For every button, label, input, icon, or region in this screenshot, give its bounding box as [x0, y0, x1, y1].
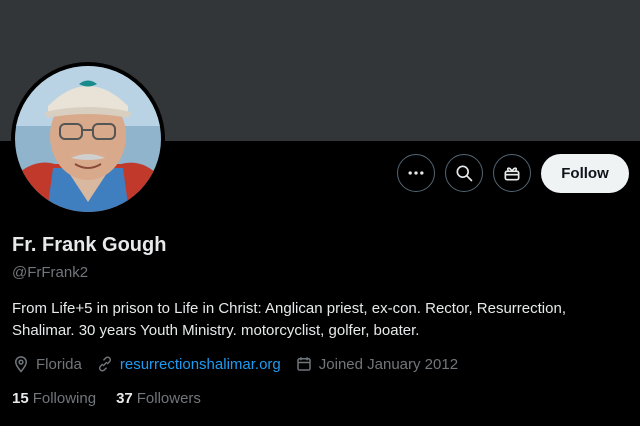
website-item: resurrectionshalimar.org	[96, 355, 281, 373]
joined-item: Joined January 2012	[295, 355, 458, 373]
link-icon	[98, 356, 111, 372]
profile-meta: Florida resurrectionshalimar.org Joined …	[12, 355, 472, 373]
more-icon	[408, 171, 424, 175]
profile-stats: 15 Following 37 Followers	[12, 390, 221, 407]
location-text: Florida	[36, 355, 82, 373]
followers-count: 37	[116, 390, 133, 407]
website-link[interactable]: resurrectionshalimar.org	[120, 356, 281, 373]
gift-button[interactable]	[493, 154, 531, 192]
profile-bio: From Life+5 in prison to Life in Christ:…	[12, 300, 566, 339]
search-icon	[456, 165, 473, 182]
follow-button[interactable]: Follow	[541, 154, 629, 193]
avatar-photo	[15, 66, 161, 212]
location-item: Florida	[12, 355, 82, 373]
avatar[interactable]	[11, 62, 165, 216]
following-link[interactable]: 15 Following	[12, 390, 96, 407]
followers-label: Followers	[136, 390, 201, 407]
gift-icon	[504, 167, 520, 181]
calendar-icon	[297, 357, 311, 371]
profile-handle: @FrFrank2	[12, 264, 89, 281]
joined-text: Joined January 2012	[318, 355, 459, 373]
profile-name: Fr. Frank Gough	[12, 234, 167, 256]
location-pin-icon	[14, 356, 28, 373]
followers-link[interactable]: 37 Followers	[116, 390, 201, 407]
search-button[interactable]	[445, 154, 483, 192]
more-button[interactable]	[397, 154, 435, 192]
following-count: 15	[12, 390, 29, 407]
following-label: Following	[32, 390, 97, 407]
